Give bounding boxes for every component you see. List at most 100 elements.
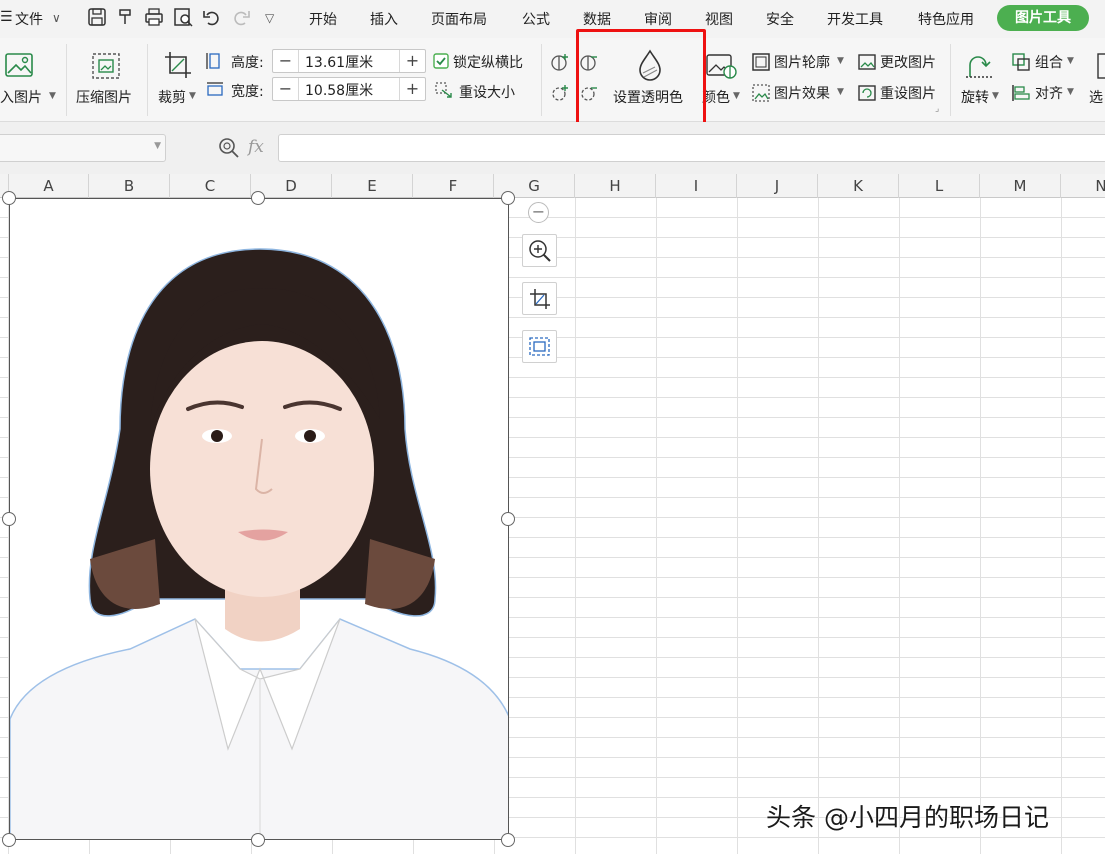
hamburger-icon[interactable]: ☰ (0, 9, 13, 25)
file-menu[interactable]: 文件 (15, 9, 43, 29)
select-button[interactable]: 选 (1089, 87, 1103, 107)
resize-handle-top-left[interactable] (2, 191, 16, 205)
lock-aspect-ratio-checkbox[interactable] (433, 53, 449, 69)
column-header[interactable]: B (89, 174, 170, 198)
group-button[interactable]: 组合 (1035, 52, 1063, 72)
increase-height-button[interactable]: + (399, 50, 425, 72)
decrease-height-button[interactable]: − (273, 50, 299, 72)
tab-security[interactable]: 安全 (766, 9, 794, 29)
column-header[interactable]: A (9, 174, 89, 198)
picture-effects-button[interactable]: 图片效果 (774, 83, 830, 103)
chevron-down-icon[interactable]: ▼ (837, 87, 844, 97)
change-picture-icon[interactable] (857, 52, 877, 72)
resize-handle-left[interactable] (2, 512, 16, 526)
group-icon[interactable] (1011, 52, 1031, 72)
resize-handle-bottom-right[interactable] (501, 833, 515, 847)
name-box[interactable]: ▼ (0, 134, 166, 162)
column-header[interactable]: I (656, 174, 737, 198)
undo-icon[interactable] (202, 7, 222, 27)
height-value[interactable]: 13.61厘米 (305, 52, 373, 72)
formula-input[interactable] (278, 134, 1105, 162)
picture-color-icon[interactable] (705, 52, 737, 80)
ribbon-toolbar: 入图片 ▼ 压缩图片 裁剪 ▼ 高度: − 13.61厘米 + 宽度: − 10… (0, 38, 1105, 122)
tab-review[interactable]: 审阅 (644, 9, 672, 29)
tab-page-layout[interactable]: 页面布局 (431, 9, 487, 29)
chevron-down-icon[interactable]: ▼ (49, 91, 56, 101)
insert-picture-icon[interactable] (4, 52, 34, 78)
tab-formulas[interactable]: 公式 (522, 9, 550, 29)
picture-effects-icon[interactable] (751, 83, 771, 103)
column-header[interactable]: M (980, 174, 1061, 198)
chevron-down-icon[interactable]: ▼ (733, 91, 740, 101)
picture-color-button[interactable]: 颜色 (702, 87, 730, 107)
crop-button[interactable]: 裁剪 (158, 87, 186, 107)
reset-picture-icon[interactable] (857, 83, 877, 103)
chevron-down-icon[interactable]: ▼ (837, 56, 844, 66)
chevron-down-icon[interactable]: ▼ (1067, 56, 1074, 66)
column-header[interactable]: J (737, 174, 818, 198)
tab-insert[interactable]: 插入 (370, 9, 398, 29)
decrease-width-button[interactable]: − (273, 78, 299, 100)
print-preview-icon[interactable] (173, 7, 193, 27)
column-header[interactable]: N (1061, 174, 1105, 198)
reset-size-button[interactable]: 重设大小 (459, 82, 515, 102)
chevron-down-icon[interactable]: ▼ (992, 91, 999, 101)
tab-developer[interactable]: 开发工具 (827, 9, 883, 29)
column-header[interactable]: K (818, 174, 899, 198)
insert-picture-button[interactable]: 入图片 (0, 87, 42, 107)
increase-contrast-icon[interactable] (550, 52, 570, 72)
compress-picture-button[interactable]: 压缩图片 (76, 87, 132, 107)
picture-outline-button[interactable]: 图片轮廓 (774, 52, 830, 72)
zoom-picture-button[interactable] (522, 234, 557, 267)
reset-picture-button[interactable]: 重设图片 (880, 83, 936, 103)
resize-handle-bottom-left[interactable] (2, 833, 16, 847)
tab-home[interactable]: 开始 (309, 9, 337, 29)
customize-quick-access-icon[interactable]: ▽ (265, 11, 274, 25)
resize-handle-top[interactable] (251, 191, 265, 205)
column-header[interactable]: C (170, 174, 251, 198)
save-icon[interactable] (87, 7, 107, 27)
tab-special-features[interactable]: 特色应用 (918, 9, 974, 29)
change-picture-button[interactable]: 更改图片 (880, 52, 936, 72)
height-stepper[interactable]: − 13.61厘米 + (272, 49, 426, 73)
width-value[interactable]: 10.58厘米 (305, 80, 373, 100)
column-header[interactable]: H (575, 174, 656, 198)
lock-aspect-ratio-label[interactable]: 锁定纵横比 (453, 52, 523, 72)
chevron-down-icon[interactable]: ▼ (154, 141, 161, 151)
tab-data[interactable]: 数据 (583, 9, 611, 29)
column-header[interactable]: F (413, 174, 494, 198)
selected-picture[interactable] (9, 198, 509, 840)
width-stepper[interactable]: − 10.58厘米 + (272, 77, 426, 101)
portrait-photo[interactable] (10, 199, 509, 840)
reset-size-icon[interactable] (434, 81, 454, 99)
zoom-formula-icon[interactable] (218, 137, 240, 159)
crop-picture-button[interactable] (522, 282, 557, 315)
collapse-toolbar-icon[interactable]: − (528, 202, 549, 223)
chevron-down-icon[interactable]: ▼ (189, 91, 196, 101)
selection-pane-icon[interactable] (1096, 52, 1105, 80)
rotate-button[interactable]: 旋转 (961, 87, 989, 107)
format-painter-icon[interactable] (116, 7, 136, 27)
increase-brightness-icon[interactable] (550, 83, 570, 103)
chevron-down-icon[interactable]: ∨ (52, 11, 61, 25)
tab-picture-tools[interactable]: 图片工具 (997, 5, 1089, 31)
zoom-in-icon (529, 240, 551, 262)
column-header[interactable]: E (332, 174, 413, 198)
picture-layout-button[interactable] (522, 330, 557, 363)
resize-handle-bottom[interactable] (251, 833, 265, 847)
resize-handle-top-right[interactable] (501, 191, 515, 205)
increase-width-button[interactable]: + (399, 78, 425, 100)
resize-handle-right[interactable] (501, 512, 515, 526)
tab-view[interactable]: 视图 (705, 9, 733, 29)
rotate-icon[interactable] (964, 51, 994, 81)
chevron-down-icon[interactable]: ▼ (1067, 87, 1074, 97)
insert-function-button[interactable]: fx (248, 137, 264, 157)
dialog-launcher-icon[interactable]: ⌟ (935, 104, 939, 114)
align-button[interactable]: 对齐 (1035, 83, 1063, 103)
align-icon[interactable] (1011, 83, 1031, 103)
column-header[interactable]: L (899, 174, 980, 198)
picture-outline-icon[interactable] (751, 52, 771, 72)
compress-picture-icon[interactable] (91, 52, 121, 80)
print-icon[interactable] (144, 7, 164, 27)
crop-icon[interactable] (163, 50, 193, 80)
